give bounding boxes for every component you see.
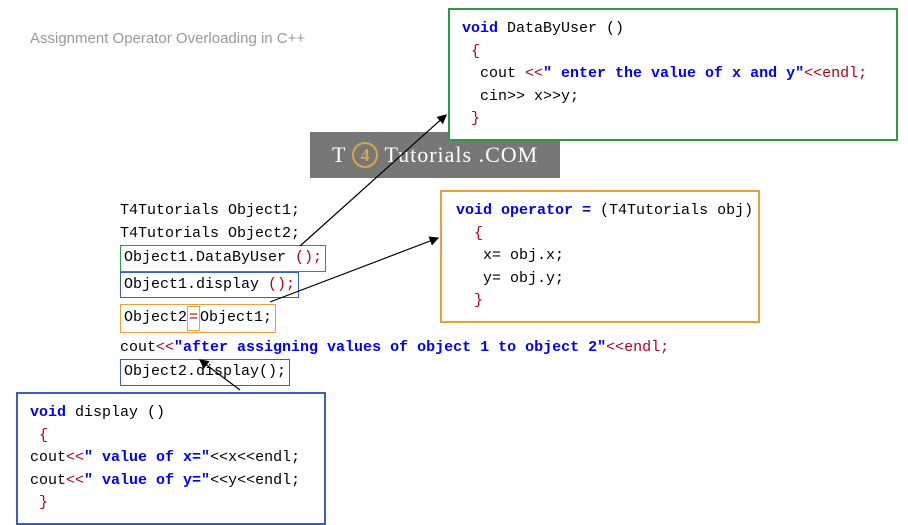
code-line: cout<<" value of x="<<x<<endl; (30, 447, 312, 470)
code-line-cout: cout<<"after assigning values of object … (120, 337, 669, 360)
code-line: { (462, 41, 884, 64)
watermark-circle-icon: 4 (352, 142, 378, 168)
watermark-t: T (332, 142, 346, 168)
display-box: void display () { cout<<" value of x="<<… (16, 392, 326, 525)
code-line-databyuser-call: Object1.DataByUser (); (120, 245, 669, 272)
code-line: void display () (30, 402, 312, 425)
code-line: void DataByUser () (462, 18, 884, 41)
main-code-block: T4Tutorials Object1; T4Tutorials Object2… (120, 200, 669, 386)
page-title: Assignment Operator Overloading in C++ (30, 30, 305, 47)
code-line: { (30, 425, 312, 448)
code-line-display-call-1: Object1.display (); (120, 272, 669, 299)
code-line: T4Tutorials Object1; (120, 200, 669, 223)
databyuser-box: void DataByUser () { cout <<" enter the … (448, 8, 898, 141)
code-line: cout <<" enter the value of x and y"<<en… (462, 63, 884, 86)
code-line: } (462, 108, 884, 131)
code-line: cin>> x>>y; (462, 86, 884, 109)
code-line: cout<<" value of y="<<y<<endl; (30, 470, 312, 493)
code-line-display-call-2: Object2.display(); (120, 359, 669, 386)
code-line-assignment: Object2=Object1; (120, 304, 669, 333)
watermark-text: Tutorials .COM (384, 142, 538, 168)
code-line: } (30, 492, 312, 515)
code-line: T4Tutorials Object2; (120, 223, 669, 246)
